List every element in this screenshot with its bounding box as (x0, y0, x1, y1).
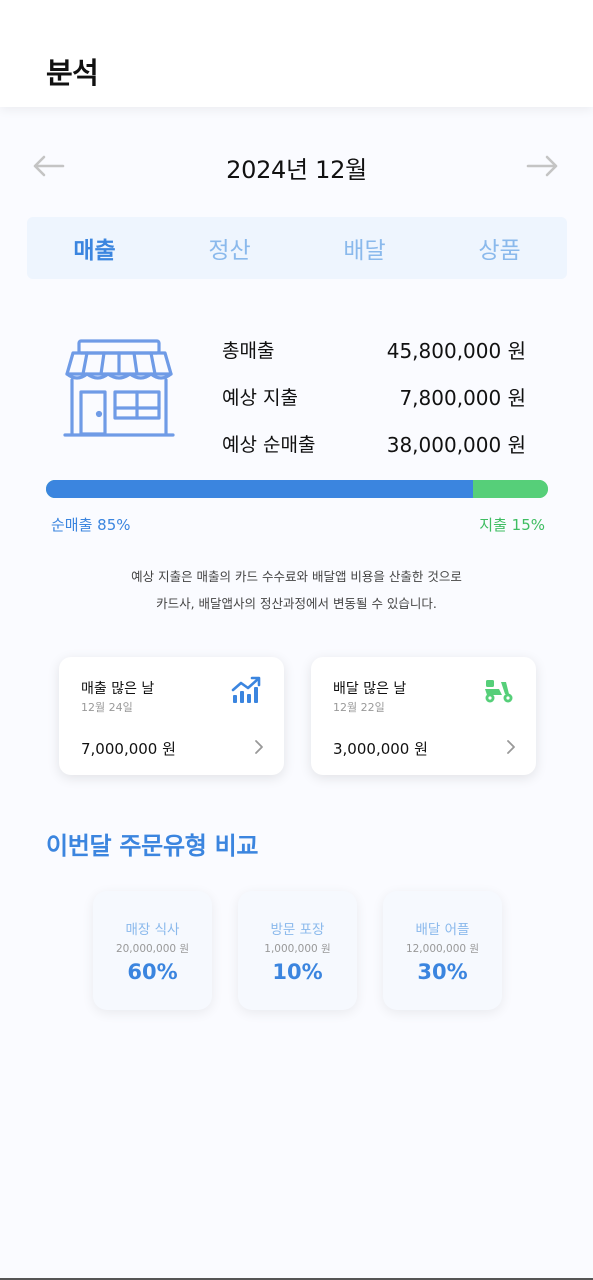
summary-label: 예상 지출 (222, 387, 298, 409)
store-icon (63, 339, 175, 437)
order-type-label: 매장 식사 (125, 922, 180, 938)
tab-settlement[interactable]: 정산 (162, 217, 297, 279)
order-type-amount: 20,000,000 원 (115, 943, 190, 955)
sales-summary: 총매출 45,800,000 원 예상 지출 7,800,000 원 예상 순매… (222, 326, 526, 467)
summary-row-total-sales: 총매출 45,800,000 원 (222, 326, 526, 373)
tab-products[interactable]: 상품 (432, 217, 567, 279)
expense-note: 예상 지출은 매출의 카드 수수료와 배달앱 비용을 산출한 것으로 카드사, … (0, 563, 593, 617)
order-type-card-dine-in: 매장 식사 20,000,000 원 60% (93, 891, 212, 1010)
card-value: 7,000,000 원 (81, 740, 176, 758)
note-line: 카드사, 배달앱사의 정산과정에서 변동될 수 있습니다. (156, 596, 437, 611)
scooter-icon (485, 680, 513, 703)
tab-sales[interactable]: 매출 (27, 217, 162, 279)
summary-row-expected-expense: 예상 지출 7,800,000 원 (222, 373, 526, 420)
expense-segment (472, 480, 548, 498)
top-delivery-day-card[interactable]: 배달 많은 날 12월 22일 3,000,000 원 (311, 657, 536, 775)
order-type-card-delivery-app: 배달 어플 12,000,000 원 30% (383, 891, 502, 1010)
card-date: 12월 24일 (81, 701, 133, 714)
app-header: 분석 (0, 0, 593, 107)
month-label: 2024년 12월 (226, 156, 367, 184)
order-type-percent: 10% (272, 960, 323, 984)
order-type-percent: 30% (417, 960, 468, 984)
order-type-percent: 60% (127, 960, 178, 984)
arrow-right-icon (526, 155, 558, 177)
summary-value: 38,000,000 원 (386, 433, 526, 457)
chevron-right-icon (255, 740, 263, 754)
summary-label: 예상 순매출 (222, 434, 316, 456)
summary-row-expected-net-sales: 예상 순매출 38,000,000 원 (222, 420, 526, 467)
order-type-amount: 12,000,000 원 (405, 943, 480, 955)
month-navigator: 2024년 12월 (0, 140, 593, 192)
order-type-card-takeout: 방문 포장 1,000,000 원 10% (238, 891, 357, 1010)
summary-label: 총매출 (222, 340, 275, 362)
card-value: 3,000,000 원 (333, 740, 428, 758)
card-title: 매출 많은 날 (81, 681, 155, 697)
top-sales-day-card[interactable]: 매출 많은 날 12월 24일 7,000,000 원 (59, 657, 284, 775)
order-type-label: 배달 어플 (415, 922, 470, 938)
order-type-label: 방문 포장 (270, 922, 325, 938)
expense-ratio-label: 지출 15% (479, 516, 545, 534)
tab-delivery[interactable]: 배달 (297, 217, 432, 279)
summary-value: 45,800,000 원 (386, 339, 526, 363)
card-date: 12월 22일 (333, 701, 385, 714)
next-month-button[interactable] (525, 150, 561, 182)
chevron-right-icon (507, 740, 515, 754)
net-expense-ratio-bar (46, 480, 548, 498)
net-sales-ratio-label: 순매출 85% (51, 516, 131, 534)
analysis-tabs: 매출 정산 배달 상품 (27, 217, 567, 279)
net-sales-segment (46, 480, 473, 498)
order-type-section-title: 이번달 주문유형 비교 (46, 832, 259, 860)
summary-value: 7,800,000 원 (399, 386, 526, 410)
order-type-amount: 1,000,000 원 (264, 943, 331, 955)
chart-up-icon (231, 676, 261, 703)
note-line: 예상 지출은 매출의 카드 수수료와 배달앱 비용을 산출한 것으로 (131, 569, 462, 584)
card-title: 배달 많은 날 (333, 681, 407, 697)
page-title: 분석 (46, 56, 99, 90)
